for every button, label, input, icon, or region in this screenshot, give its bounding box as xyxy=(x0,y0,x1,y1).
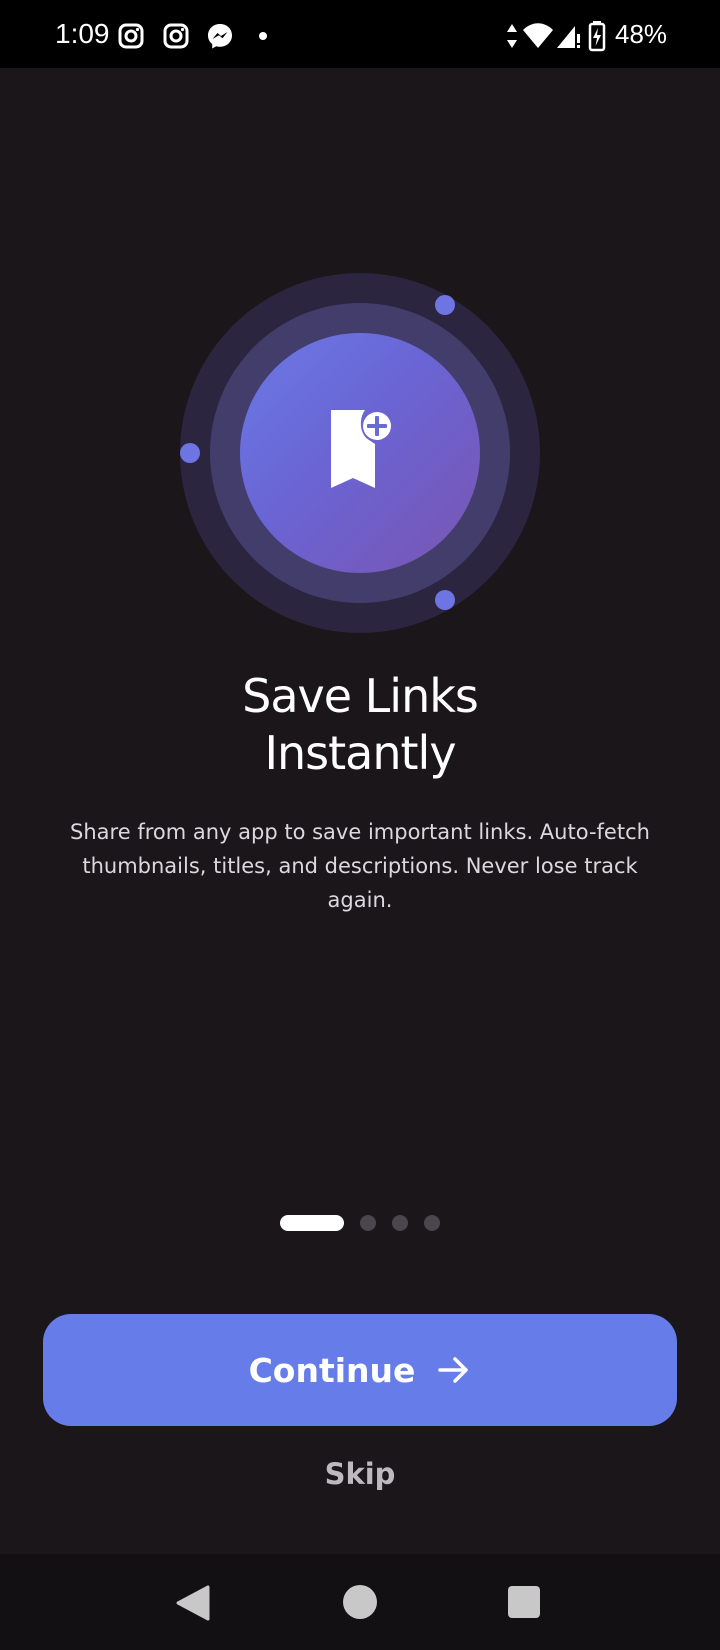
battery-charging-icon xyxy=(588,21,606,52)
home-icon[interactable] xyxy=(343,1585,377,1619)
cell-signal-icon xyxy=(557,26,580,48)
system-nav-bar xyxy=(0,1554,720,1650)
arrow-right-icon xyxy=(438,1357,469,1383)
page-indicator-active xyxy=(280,1215,344,1231)
title-line-1: Save Links xyxy=(242,669,479,723)
orbit-dot xyxy=(435,590,455,610)
page-indicator-dot xyxy=(392,1215,408,1231)
skip-button[interactable]: Skip xyxy=(0,1452,720,1496)
battery-percent: 48% xyxy=(615,19,668,49)
continue-button[interactable]: Continue xyxy=(43,1314,677,1426)
orbit-dot xyxy=(435,295,455,315)
onboarding-description: Share from any app to save important lin… xyxy=(70,820,650,912)
bookmark-add-icon xyxy=(331,410,391,488)
hero-illustration xyxy=(180,273,540,633)
data-arrows-icon xyxy=(507,24,517,48)
instagram-icon xyxy=(163,23,189,49)
status-time: 1:09 xyxy=(55,18,110,49)
instagram-icon xyxy=(118,23,144,49)
page-indicator xyxy=(280,1215,456,1231)
continue-label: Continue xyxy=(248,1350,416,1390)
wifi-icon xyxy=(523,23,553,48)
status-bar: 1:09 48% xyxy=(0,0,720,68)
messenger-icon xyxy=(208,24,232,49)
onboarding-title: Save Links Instantly xyxy=(0,668,720,782)
recents-icon[interactable] xyxy=(508,1586,540,1618)
notification-dot xyxy=(259,32,267,40)
page-indicator-dot xyxy=(424,1215,440,1231)
back-icon[interactable] xyxy=(176,1585,210,1621)
title-line-2: Instantly xyxy=(264,726,456,780)
page-indicator-dot xyxy=(360,1215,376,1231)
orbit-dot xyxy=(180,443,200,463)
